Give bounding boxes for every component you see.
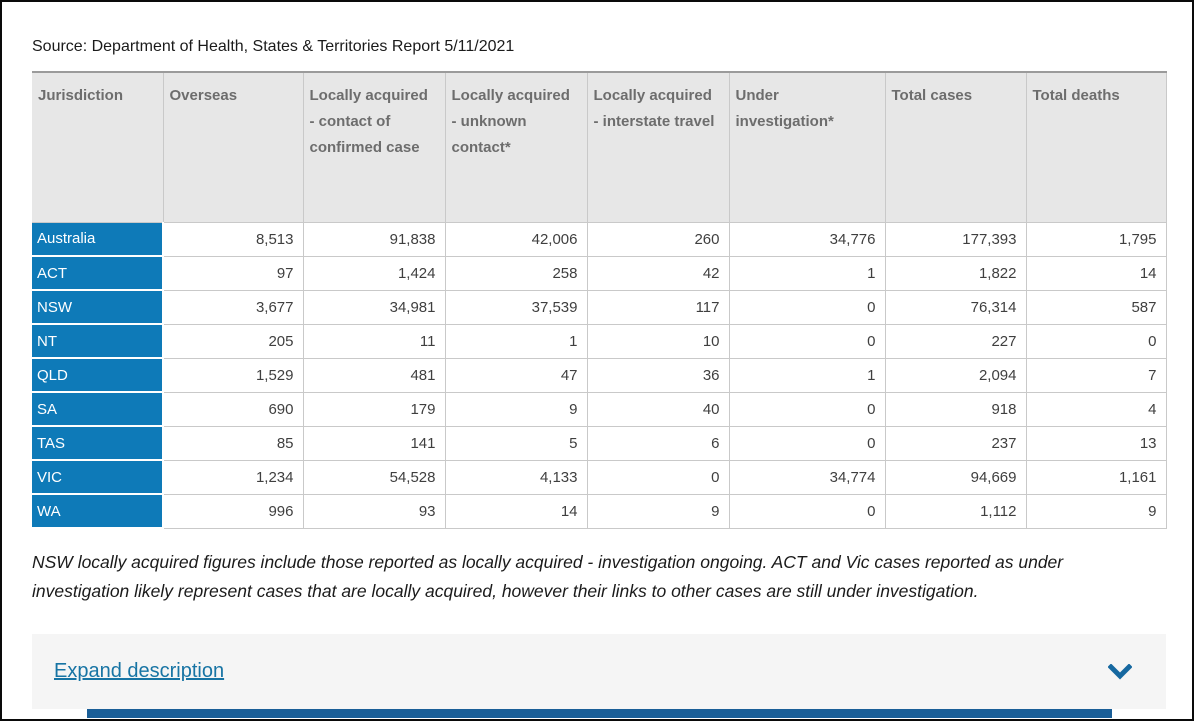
- expand-description-toggle[interactable]: Expand description: [32, 634, 1166, 709]
- cell-vic-total-deaths: 1,161: [1026, 460, 1166, 494]
- cell-act-total-deaths: 14: [1026, 256, 1166, 290]
- cell-nt-la-interstate: 10: [587, 324, 729, 358]
- cell-nt-la-unknown: 1: [445, 324, 587, 358]
- cell-sa-overseas: 690: [163, 392, 303, 426]
- table-row-nt: NT 205 11 1 10 0 227 0: [32, 324, 1166, 358]
- table-row-vic: VIC 1,234 54,528 4,133 0 34,774 94,669 1…: [32, 460, 1166, 494]
- cell-australia-la-contact: 91,838: [303, 222, 445, 256]
- cell-nt-under-investigation: 0: [729, 324, 885, 358]
- cell-wa-la-interstate: 9: [587, 494, 729, 528]
- cases-by-jurisdiction-table: Jurisdiction Overseas Locally acquired -…: [32, 71, 1167, 529]
- cell-act-la-interstate: 42: [587, 256, 729, 290]
- cell-qld-under-investigation: 1: [729, 358, 885, 392]
- table-row-nsw: NSW 3,677 34,981 37,539 117 0 76,314 587: [32, 290, 1166, 324]
- row-header-vic: VIC: [32, 460, 163, 494]
- cell-qld-la-interstate: 36: [587, 358, 729, 392]
- cell-sa-la-interstate: 40: [587, 392, 729, 426]
- cell-australia-overseas: 8,513: [163, 222, 303, 256]
- cell-qld-total-cases: 2,094: [885, 358, 1026, 392]
- cell-sa-total-deaths: 4: [1026, 392, 1166, 426]
- cell-qld-la-contact: 481: [303, 358, 445, 392]
- row-header-australia: Australia: [32, 222, 163, 256]
- cell-nt-total-cases: 227: [885, 324, 1026, 358]
- table-header-row: Jurisdiction Overseas Locally acquired -…: [32, 72, 1166, 222]
- row-header-wa: WA: [32, 494, 163, 528]
- cell-qld-total-deaths: 7: [1026, 358, 1166, 392]
- cell-nsw-la-interstate: 117: [587, 290, 729, 324]
- column-header-total-deaths: Total deaths: [1026, 72, 1166, 222]
- row-header-act: ACT: [32, 256, 163, 290]
- column-header-overseas: Overseas: [163, 72, 303, 222]
- cell-nt-la-contact: 11: [303, 324, 445, 358]
- cell-qld-overseas: 1,529: [163, 358, 303, 392]
- cell-tas-total-deaths: 13: [1026, 426, 1166, 460]
- cell-nsw-total-deaths: 587: [1026, 290, 1166, 324]
- cell-wa-la-contact: 93: [303, 494, 445, 528]
- cell-wa-overseas: 996: [163, 494, 303, 528]
- row-header-qld: QLD: [32, 358, 163, 392]
- cell-act-overseas: 97: [163, 256, 303, 290]
- cell-tas-la-contact: 141: [303, 426, 445, 460]
- row-header-sa: SA: [32, 392, 163, 426]
- row-header-tas: TAS: [32, 426, 163, 460]
- cell-vic-la-unknown: 4,133: [445, 460, 587, 494]
- table-row-sa: SA 690 179 9 40 0 918 4: [32, 392, 1166, 426]
- column-header-locally-acquired-interstate: Locally acquired - interstate travel: [587, 72, 729, 222]
- cell-nsw-la-unknown: 37,539: [445, 290, 587, 324]
- cell-nsw-total-cases: 76,314: [885, 290, 1026, 324]
- cell-nt-total-deaths: 0: [1026, 324, 1166, 358]
- cell-nsw-la-contact: 34,981: [303, 290, 445, 324]
- expand-description-link[interactable]: Expand description: [54, 660, 224, 683]
- column-header-locally-acquired-contact: Locally acquired - contact of confirmed …: [303, 72, 445, 222]
- cell-nsw-under-investigation: 0: [729, 290, 885, 324]
- table-row-qld: QLD 1,529 481 47 36 1 2,094 7: [32, 358, 1166, 392]
- column-header-under-investigation: Under investigation*: [729, 72, 885, 222]
- cell-sa-total-cases: 918: [885, 392, 1026, 426]
- column-header-total-cases: Total cases: [885, 72, 1026, 222]
- column-header-jurisdiction: Jurisdiction: [32, 72, 163, 222]
- row-header-nsw: NSW: [32, 290, 163, 324]
- cell-sa-la-unknown: 9: [445, 392, 587, 426]
- cell-vic-la-contact: 54,528: [303, 460, 445, 494]
- cell-wa-total-cases: 1,112: [885, 494, 1026, 528]
- cell-nsw-overseas: 3,677: [163, 290, 303, 324]
- cell-tas-total-cases: 237: [885, 426, 1026, 460]
- cell-wa-under-investigation: 0: [729, 494, 885, 528]
- chevron-down-icon[interactable]: [1108, 664, 1132, 680]
- cell-vic-overseas: 1,234: [163, 460, 303, 494]
- cell-nt-overseas: 205: [163, 324, 303, 358]
- cell-sa-under-investigation: 0: [729, 392, 885, 426]
- cell-tas-overseas: 85: [163, 426, 303, 460]
- cell-tas-under-investigation: 0: [729, 426, 885, 460]
- cell-vic-under-investigation: 34,774: [729, 460, 885, 494]
- source-caption: Source: Department of Health, States & T…: [32, 38, 1162, 56]
- report-page: Source: Department of Health, States & T…: [0, 0, 1194, 721]
- table-row-act: ACT 97 1,424 258 42 1 1,822 14: [32, 256, 1166, 290]
- cell-australia-total-cases: 177,393: [885, 222, 1026, 256]
- table-row-wa: WA 996 93 14 9 0 1,112 9: [32, 494, 1166, 528]
- cell-act-under-investigation: 1: [729, 256, 885, 290]
- table-footnote: NSW locally acquired figures include tho…: [32, 548, 1162, 606]
- cell-australia-la-interstate: 260: [587, 222, 729, 256]
- cell-act-la-contact: 1,424: [303, 256, 445, 290]
- cell-australia-total-deaths: 1,795: [1026, 222, 1166, 256]
- cell-qld-la-unknown: 47: [445, 358, 587, 392]
- cell-vic-la-interstate: 0: [587, 460, 729, 494]
- cell-act-la-unknown: 258: [445, 256, 587, 290]
- cell-act-total-cases: 1,822: [885, 256, 1026, 290]
- table-row-tas: TAS 85 141 5 6 0 237 13: [32, 426, 1166, 460]
- table-row-australia: Australia 8,513 91,838 42,006 260 34,776…: [32, 222, 1166, 256]
- cell-australia-under-investigation: 34,776: [729, 222, 885, 256]
- column-header-locally-acquired-unknown: Locally acquired - unknown contact*: [445, 72, 587, 222]
- cell-wa-la-unknown: 14: [445, 494, 587, 528]
- cell-tas-la-unknown: 5: [445, 426, 587, 460]
- cell-wa-total-deaths: 9: [1026, 494, 1166, 528]
- cell-tas-la-interstate: 6: [587, 426, 729, 460]
- cell-vic-total-cases: 94,669: [885, 460, 1026, 494]
- row-header-nt: NT: [32, 324, 163, 358]
- cell-sa-la-contact: 179: [303, 392, 445, 426]
- horizontal-scrollbar-thumb[interactable]: [87, 709, 1112, 718]
- cell-australia-la-unknown: 42,006: [445, 222, 587, 256]
